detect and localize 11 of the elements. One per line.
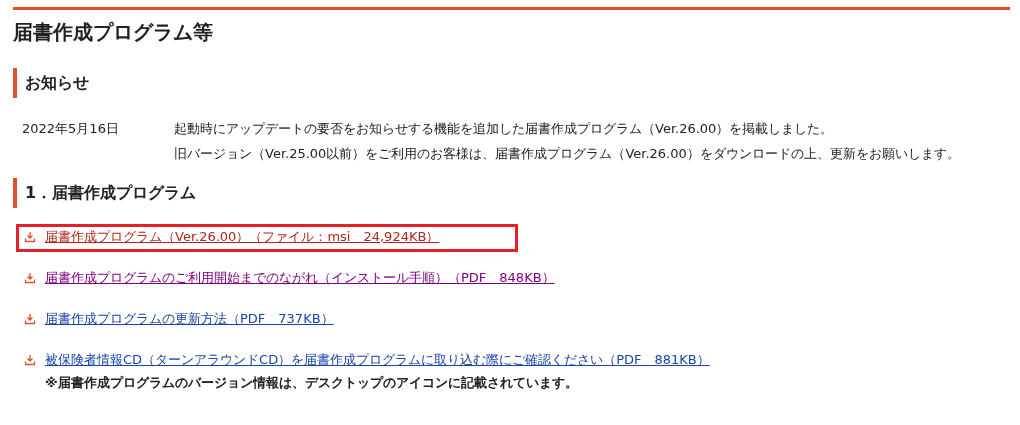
section-heading: 1．届書作成プログラム [13, 178, 1010, 208]
notice-text: 起動時にアップデートの要否をお知らせする機能を追加した届書作成プログラム（Ver.26.00）を掲載しました。 [174, 120, 835, 138]
version-note: ※届書作成プログラムのバージョン情報は、デスクトップのアイコンに記載されています。 [45, 374, 579, 392]
download-icon [24, 353, 36, 366]
notice-date: 2022年5月16日 [21, 120, 120, 138]
page-title: 届書作成プログラム等 [13, 19, 214, 46]
download-icon [24, 230, 36, 243]
download-icon [24, 271, 36, 284]
section-heading: お知らせ [13, 68, 1010, 98]
notice-text: 旧バージョン（Ver.25.00以前）をご利用のお客様は、届書作成プログラム（Ver.26.00）をダウンロードの上、更新をお願いします。 [174, 145, 961, 163]
download-icon [24, 312, 36, 325]
